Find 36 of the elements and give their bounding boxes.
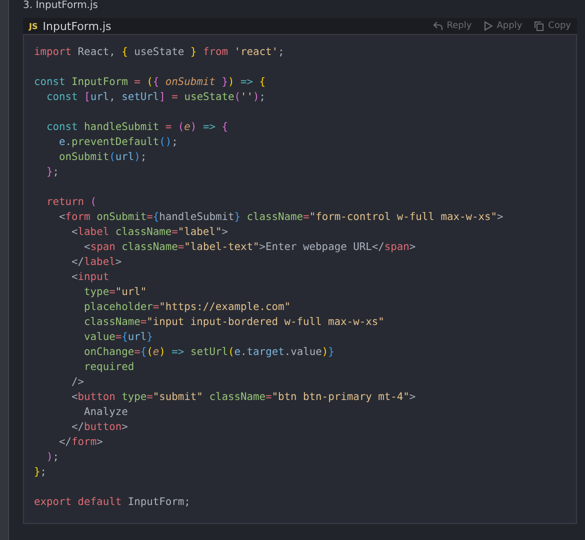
code-line: required [83, 360, 136, 375]
reply-button[interactable]: Reply [432, 21, 472, 31]
code-line: </form> [58, 435, 104, 450]
code-line: e.preventDefault(); [58, 135, 179, 150]
code-line: return ( [46, 195, 98, 210]
code-line: type="url" [83, 285, 148, 300]
code-line: const InputForm = ({ onSubmit }) => { [34, 75, 267, 90]
code-line: import React, { useState } from 'react'; [34, 45, 286, 60]
reply-icon [432, 21, 443, 31]
filename: InputForm.js [42, 20, 112, 32]
copy-button[interactable]: Copy [534, 21, 571, 31]
code-line: </button> [70, 420, 129, 435]
code-line: const handleSubmit = (e) => { [46, 120, 229, 135]
copy-icon [534, 21, 544, 31]
play-icon [484, 21, 493, 31]
code-line: <input [70, 270, 110, 285]
code-line: <form onSubmit={handleSubmit} className="form-control w-full max-w-xs"> [58, 210, 504, 225]
code-line: </label> [70, 255, 123, 270]
code-line: Analyze [83, 405, 129, 420]
language-label: JS [29, 22, 38, 30]
code-line: const [url, setUrl] = useState(''); [46, 90, 267, 105]
section-heading: 3. InputForm.js [23, 0, 99, 12]
code-line: <span className="label-text">Enter webpage URL</span> [83, 240, 417, 255]
code-line: value={url} [83, 330, 154, 345]
code-line: }; [46, 165, 60, 180]
code-line: /> [70, 375, 86, 390]
code-line: <label className="label"> [70, 225, 229, 240]
code-line: placeholder="https://example.com" [83, 300, 292, 315]
code-line: ); [46, 450, 60, 465]
code-line: className="input input-bordered w-full max-w-xs" [83, 315, 386, 330]
code-line: export default InputForm; [34, 495, 192, 510]
code-line: onSubmit(url); [58, 150, 148, 165]
code-line: onChange={(e) => setUrl(e.target.value)} [83, 345, 336, 360]
code-line: <button type="submit" className="btn btn-primary mt-4"> [70, 390, 417, 405]
code-line: }; [34, 465, 48, 480]
apply-button[interactable]: Apply [484, 21, 522, 31]
